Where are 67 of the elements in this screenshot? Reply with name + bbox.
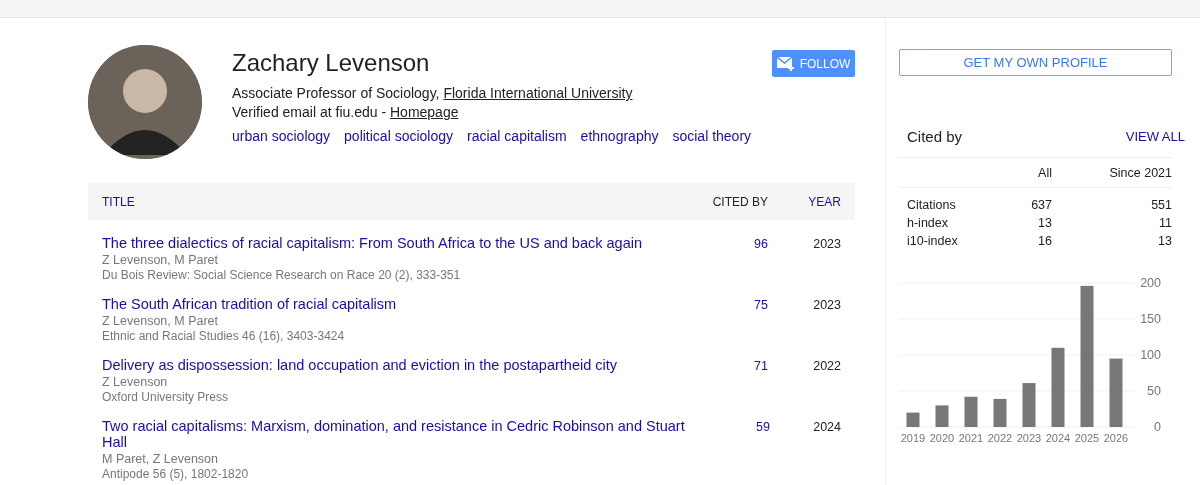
- x-tick-label: 2025: [1074, 432, 1100, 444]
- metric-label: h-index: [907, 216, 948, 230]
- x-tick-label: 2022: [987, 432, 1013, 444]
- affiliation-text: Associate Professor of Sociology, Florida International University: [232, 85, 633, 101]
- email-text: Verified email at fiu.edu - Homepage: [232, 104, 459, 120]
- article-venue: Oxford University Press: [102, 390, 229, 404]
- column-header: All: [1038, 165, 1052, 180]
- x-tick-label: 2021: [958, 432, 984, 444]
- get-profile-button[interactable]: GET MY OWN PROFILE: [899, 49, 1172, 76]
- interest-link[interactable]: social theory: [672, 128, 752, 144]
- article-year: 2023: [813, 298, 841, 314]
- title-sort-link[interactable]: TITLE: [102, 194, 688, 209]
- interest-link[interactable]: urban sociology: [232, 128, 331, 144]
- citation-bar: [906, 412, 920, 427]
- interest-link[interactable]: racial capitalism: [467, 128, 567, 144]
- cited-by-link[interactable]: 71: [754, 359, 768, 403]
- article-authors: M Paret, Z Levenson: [102, 452, 219, 466]
- x-tick-label: 2026: [1103, 432, 1129, 444]
- metric-value: 11: [1159, 216, 1172, 230]
- metric-value: 637: [1031, 198, 1052, 212]
- year-sort-link[interactable]: YEAR: [768, 194, 841, 209]
- profile-name: Zachary Levenson: [232, 49, 430, 77]
- citation-bar: [935, 405, 949, 427]
- article-venue: Antipode 56 (5), 1802-1820: [102, 467, 249, 481]
- y-tick-label: 100: [1140, 348, 1161, 362]
- article-authors: Z Levenson, M Paret: [102, 314, 219, 328]
- x-tick-label: 2024: [1045, 432, 1071, 444]
- article-authors: Z Levenson: [102, 375, 168, 389]
- article-year: 2023: [813, 237, 841, 253]
- article-title-link[interactable]: The three dialectics of racial capitalism: From South Africa to the US and back again: [102, 235, 642, 251]
- citation-bar: [1022, 383, 1036, 427]
- cited-by-link[interactable]: 75: [754, 298, 768, 342]
- cited-by-link[interactable]: 59: [756, 420, 770, 464]
- citation-bar: [993, 398, 1007, 427]
- article-venue: Du Bois Review: Social Science Research on Race 20 (2), 333-351: [102, 268, 461, 282]
- interest-link[interactable]: political sociology: [344, 128, 453, 144]
- homepage-link[interactable]: Homepage: [390, 104, 459, 120]
- article-title-link[interactable]: The South African tradition of racial capitalism: [102, 296, 397, 312]
- metric-label: i10-index: [907, 234, 958, 248]
- university-link[interactable]: Florida International University: [443, 85, 633, 101]
- y-tick-label: 150: [1140, 312, 1161, 326]
- x-tick-label: 2020: [929, 432, 955, 444]
- article-venue: Ethnic and Racial Studies 46 (16), 3403-3424: [102, 329, 345, 343]
- view-all-link[interactable]: VIEW ALL: [1125, 128, 1185, 144]
- article-title-link[interactable]: Delivery as dispossession: land occupation and eviction in the postapartheid city: [102, 357, 618, 373]
- column-header: CITED BY: [711, 194, 768, 209]
- metric-value: 16: [1038, 234, 1052, 248]
- y-tick-label: 0: [1154, 420, 1161, 434]
- metric-value: 551: [1151, 198, 1172, 212]
- y-tick-label: 50: [1147, 384, 1161, 398]
- article-authors: Z Levenson, M Paret: [102, 253, 219, 267]
- cited-by-heading: Cited by: [907, 127, 963, 145]
- interest-link[interactable]: ethnography: [580, 128, 659, 144]
- article-year: 2024: [813, 420, 841, 436]
- article-year: 2022: [813, 359, 841, 375]
- article-title-link[interactable]: Two racial capitalisms: Marxism, domination, and resistance in Cedric Robinson and Stuart Hall: [102, 418, 692, 450]
- column-header: Since 2021: [1109, 165, 1172, 180]
- metric-value: 13: [1038, 216, 1052, 230]
- metric-value: 13: [1158, 234, 1172, 248]
- cited-by-link[interactable]: 96: [754, 237, 768, 281]
- x-tick-label: 2019: [900, 432, 926, 444]
- citation-bar: [1109, 358, 1123, 427]
- x-tick-label: 2023: [1016, 432, 1042, 444]
- envelope-icon: [776, 56, 795, 71]
- y-tick-label: 200: [1140, 276, 1161, 290]
- citation-bar: [964, 396, 978, 427]
- metric-label: Citations: [907, 198, 956, 212]
